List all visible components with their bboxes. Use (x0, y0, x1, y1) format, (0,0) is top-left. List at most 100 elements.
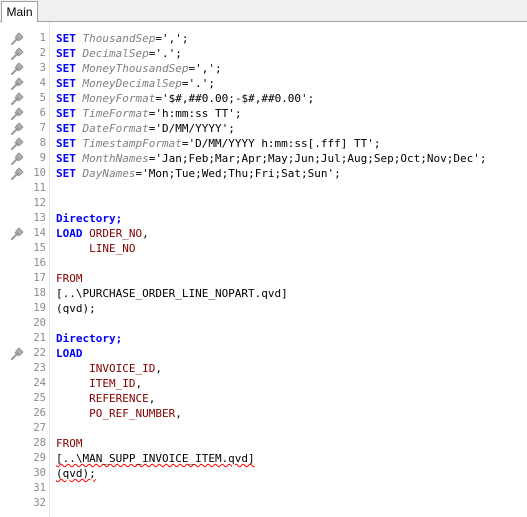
line-number: 23 (33, 362, 46, 374)
code-line[interactable]: 17 FROM (0, 271, 527, 286)
code-line[interactable]: 3 SET MoneyThousandSep=','; (0, 61, 527, 76)
line-number: 14 (33, 227, 46, 239)
code-token: SET (56, 32, 76, 45)
code-line[interactable]: 7 SET DateFormat='D/MM/YYYY'; (0, 121, 527, 136)
pin-icon (10, 137, 24, 150)
code-line[interactable]: 14 LOAD ORDER_NO, (0, 226, 527, 241)
pin-icon (10, 152, 24, 165)
line-code: SET ThousandSep=','; (56, 31, 188, 46)
line-number: 15 (33, 242, 46, 254)
line-code: FROM (56, 271, 83, 286)
line-code: SET TimeFormat='h:mm:ss TT'; (56, 106, 241, 121)
code-token: ='.'; (148, 47, 182, 60)
code-line[interactable]: 9 SET MonthNames='Jan;Feb;Mar;Apr;May;Jun… (0, 151, 527, 166)
code-line[interactable]: 2 SET DecimalSep='.'; (0, 46, 527, 61)
code-lines: 1 SET ThousandSep=','; 2 SET DecimalSep='.'… (0, 31, 527, 511)
code-token: REFERENCE (89, 392, 149, 405)
line-code: INVOICE_ID, (56, 361, 162, 376)
code-token: DecimalSep (82, 47, 149, 60)
tab-main[interactable]: Main (1, 1, 38, 22)
code-token: , (155, 362, 162, 375)
code-line[interactable]: 22 LOAD (0, 346, 527, 361)
code-line[interactable]: 30 (qvd); (0, 466, 527, 481)
line-code: PO_REF_NUMBER, (56, 406, 182, 421)
code-token: (qvd); (56, 302, 96, 315)
code-token: ='.'; (181, 77, 215, 90)
code-line[interactable]: 10 SET DayNames='Mon;Tue;Wed;Thu;Fri;Sat;… (0, 166, 527, 181)
pin-icon (10, 122, 24, 135)
line-number: 13 (33, 212, 46, 224)
code-token: (qvd); (56, 467, 96, 480)
script-editor[interactable]: 1 SET ThousandSep=','; 2 SET DecimalSep='.'… (0, 22, 527, 517)
code-line[interactable]: 20 (0, 316, 527, 331)
code-line[interactable]: 13 Directory; (0, 211, 527, 226)
code-line[interactable]: 31 (0, 481, 527, 496)
code-line[interactable]: 29 [..\MAN_SUPP_INVOICE_ITEM.qvd] (0, 451, 527, 466)
line-code: SET DecimalSep='.'; (56, 46, 182, 61)
line-number: 25 (33, 392, 46, 404)
code-token: SET (56, 92, 76, 105)
line-number: 32 (33, 497, 46, 509)
code-line[interactable]: 25 REFERENCE, (0, 391, 527, 406)
code-line[interactable]: 18 [..\PURCHASE_ORDER_LINE_NOPART.qvd] (0, 286, 527, 301)
code-token: ThousandSep (82, 32, 156, 45)
code-line[interactable]: 27 (0, 421, 527, 436)
line-code: LOAD ORDER_NO, (56, 226, 149, 241)
code-token: SET (56, 137, 76, 150)
code-line[interactable]: 12 (0, 196, 527, 211)
code-token: LINE_NO (89, 242, 136, 255)
line-number: 11 (33, 182, 46, 194)
code-token: SET (56, 107, 76, 120)
code-line[interactable]: 26 PO_REF_NUMBER, (0, 406, 527, 421)
code-line[interactable]: 6 SET TimeFormat='h:mm:ss TT'; (0, 106, 527, 121)
code-line[interactable]: 21 Directory; (0, 331, 527, 346)
code-line[interactable]: 15 LINE_NO (0, 241, 527, 256)
code-line[interactable]: 4 SET MoneyDecimalSep='.'; (0, 76, 527, 91)
line-number: 26 (33, 407, 46, 419)
code-token: INVOICE_ID (89, 362, 156, 375)
code-line[interactable]: 24 ITEM_ID, (0, 376, 527, 391)
code-line[interactable]: 11 (0, 181, 527, 196)
code-line[interactable]: 19 (qvd); (0, 301, 527, 316)
line-number: 17 (33, 272, 46, 284)
line-number: 4 (39, 77, 46, 89)
line-code: [..\PURCHASE_ORDER_LINE_NOPART.qvd] (56, 286, 288, 301)
line-number: 3 (39, 62, 46, 74)
code-line[interactable]: 32 (0, 496, 527, 511)
code-token: ORDER_NO (89, 227, 143, 240)
code-token: ='D/MM/YYYY h:mm:ss[.fff] TT'; (181, 137, 381, 150)
pin-icon (10, 107, 24, 120)
line-number: 6 (39, 107, 46, 119)
line-code: [..\MAN_SUPP_INVOICE_ITEM.qvd] (56, 451, 255, 466)
code-line[interactable]: 23 INVOICE_ID, (0, 361, 527, 376)
line-number: 1 (39, 32, 46, 44)
code-line[interactable]: 1 SET ThousandSep=','; (0, 31, 527, 46)
code-line[interactable]: 16 (0, 256, 527, 271)
line-number: 8 (39, 137, 46, 149)
line-code: LINE_NO (56, 241, 135, 256)
line-number: 10 (33, 167, 46, 179)
code-token: =',' (155, 32, 182, 45)
code-line[interactable]: 28 FROM (0, 436, 527, 451)
code-token: MonthNames (82, 152, 149, 165)
line-number: 18 (33, 287, 46, 299)
code-token: ='$#,##0.00;-$#,##0.00'; (155, 92, 315, 105)
code-token: TimeFormat (82, 107, 149, 120)
code-line[interactable]: 8 SET TimestampFormat='D/MM/YYYY h:mm:ss[… (0, 136, 527, 151)
code-token: FROM (56, 272, 83, 285)
line-code: SET MoneyFormat='$#,##0.00;-$#,##0.00'; (56, 91, 314, 106)
line-code: REFERENCE, (56, 391, 155, 406)
code-line[interactable]: 5 SET MoneyFormat='$#,##0.00;-$#,##0.00'; (0, 91, 527, 106)
code-token: LOAD (56, 347, 83, 360)
line-number: 2 (39, 47, 46, 59)
